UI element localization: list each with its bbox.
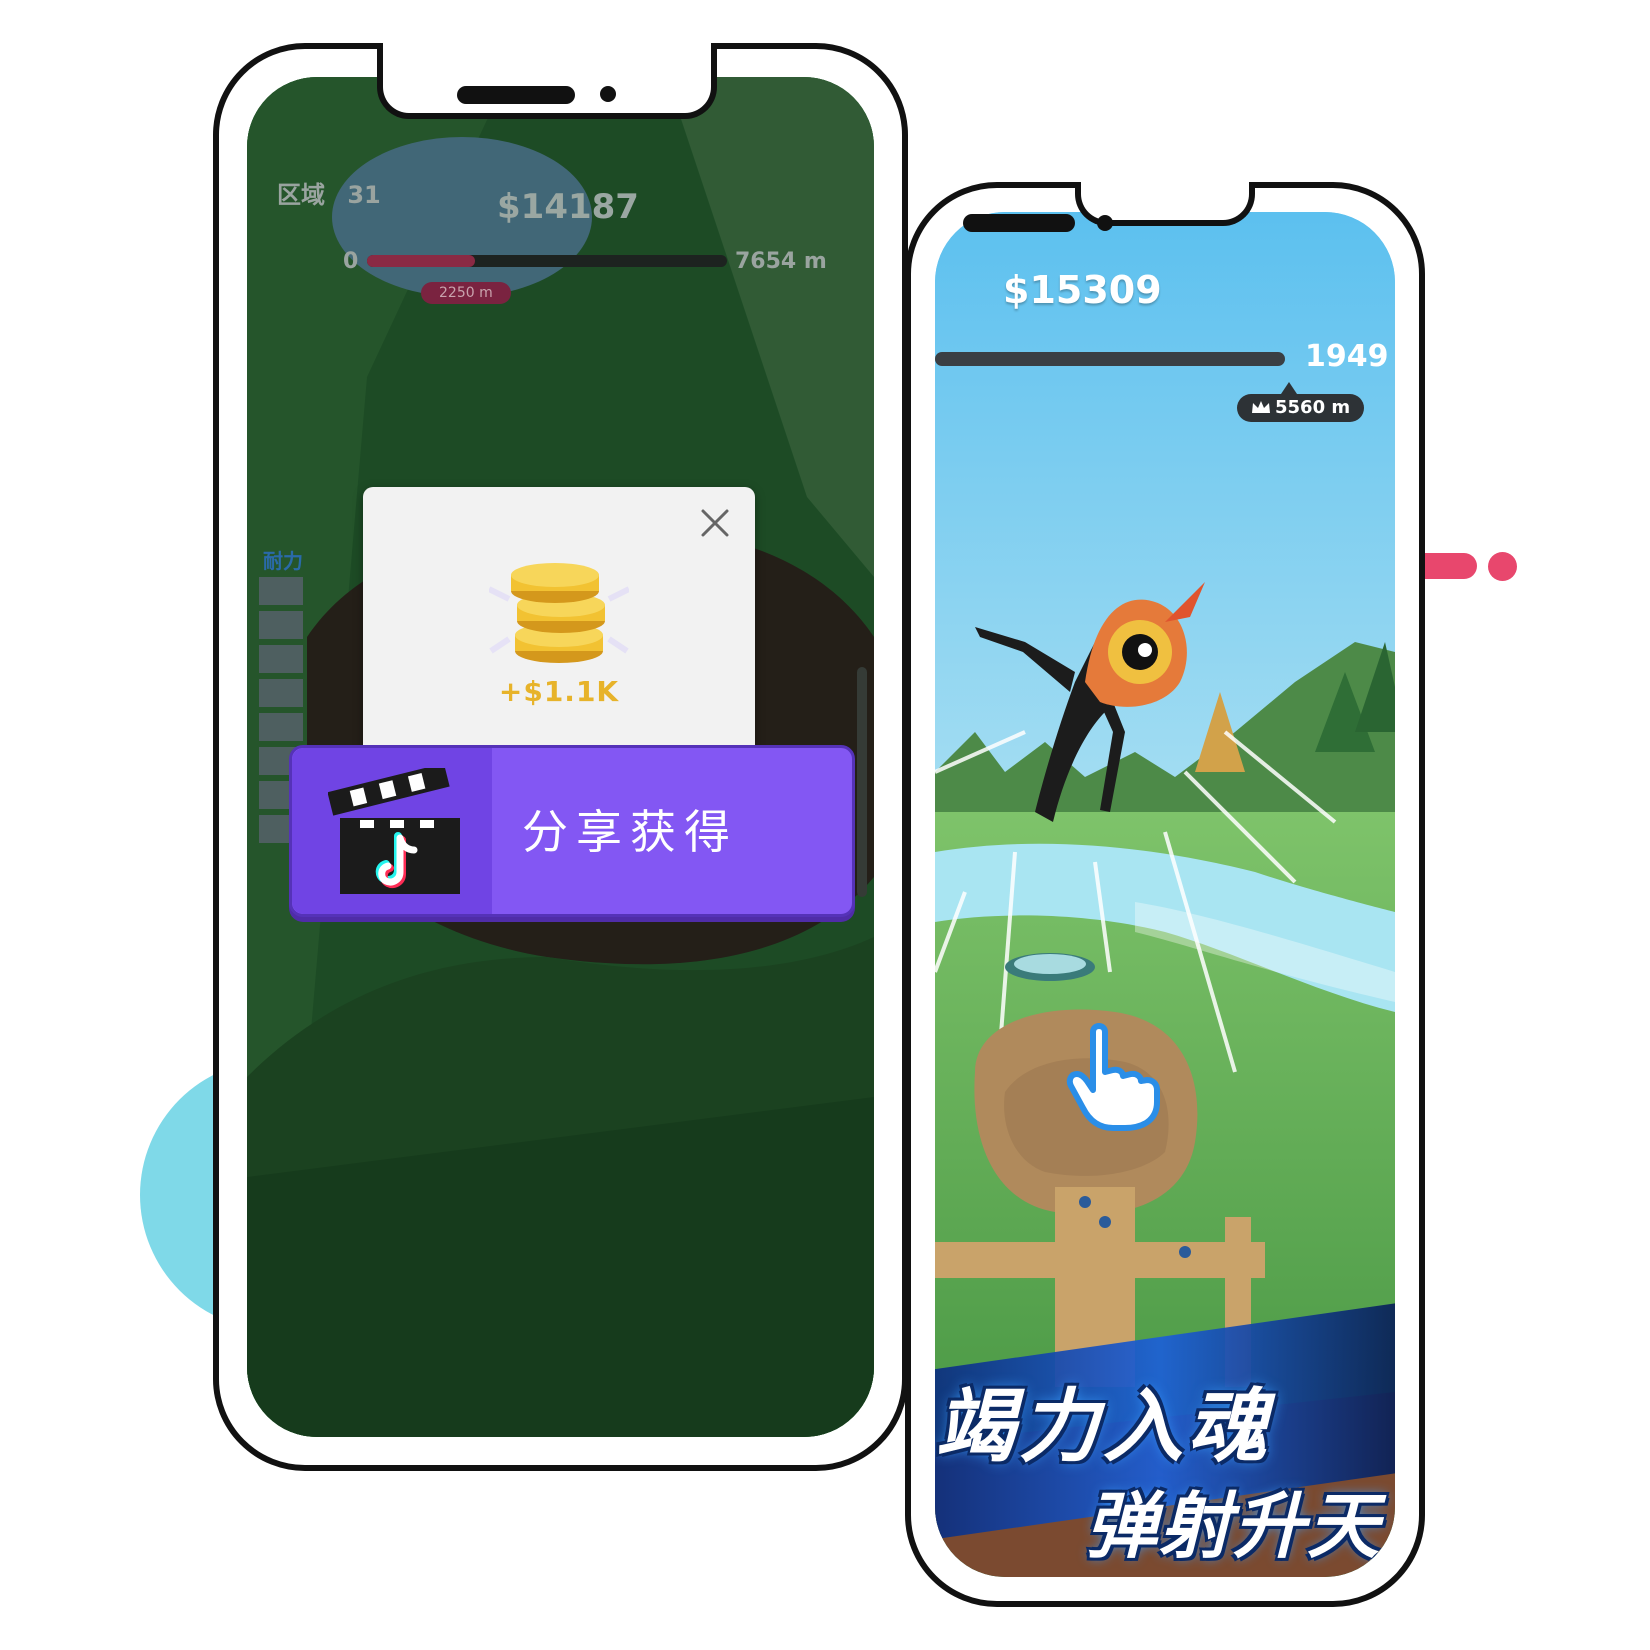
phone-speaker (963, 214, 1075, 232)
crown-icon (1252, 401, 1270, 413)
game-screen-right[interactable]: $15309 1949 m 5560 m 竭力入魂 弹射升天 (935, 212, 1395, 1577)
phone-speaker (457, 86, 575, 104)
phone-camera (600, 86, 616, 102)
best-distance-pointer (1281, 382, 1297, 394)
decorative-dot (1488, 552, 1517, 581)
share-button-label: 分享获得 (522, 805, 738, 859)
stamina-segment (259, 645, 303, 673)
banner-subtitle: 弹射升天 (1085, 1484, 1382, 1568)
money-counter: $15309 (1003, 268, 1162, 312)
side-scroll-handle[interactable] (857, 667, 867, 897)
phone-left: 区域 31 $14187 0 7654 m 2250 m 耐力 +$1.1K 分… (213, 43, 908, 1471)
zone-label: 区域 (277, 181, 325, 209)
zone-indicator: 区域 31 (277, 175, 381, 210)
distance-progress-track (935, 352, 1285, 366)
tiktok-clapperboard-icon (328, 768, 460, 894)
distance-end: 7654 m (735, 249, 827, 274)
distance-progress-track (367, 255, 727, 267)
distance-start: 0 (343, 249, 359, 274)
stamina-segment (259, 679, 303, 707)
close-icon[interactable] (695, 503, 735, 543)
best-distance-value: 5560 m (1275, 397, 1351, 418)
phone-camera (1097, 215, 1113, 231)
phone-right: $15309 1949 m 5560 m 竭力入魂 弹射升天 (905, 182, 1425, 1607)
distance-progress-fill (367, 255, 475, 267)
stamina-segment (259, 611, 303, 639)
best-distance-badge: 5560 m (1237, 394, 1365, 422)
banner-title: 竭力入魂 (935, 1380, 1271, 1473)
coin-stack-icon (489, 563, 629, 663)
stamina-segment (259, 577, 303, 605)
distance-readout: 1949 m (1305, 339, 1395, 374)
reward-popup: +$1.1K (363, 487, 755, 757)
progress-marker: 2250 m (421, 282, 511, 304)
game-screen-left: 区域 31 $14187 0 7654 m 2250 m 耐力 +$1.1K 分… (247, 77, 874, 1437)
stamina-label: 耐力 (263, 549, 303, 573)
reward-amount: +$1.1K (498, 675, 620, 708)
pointing-hand-icon (1066, 1023, 1160, 1131)
share-to-earn-button[interactable]: 分享获得 (289, 745, 855, 917)
stamina-segment (259, 713, 303, 741)
money-counter: $14187 (497, 187, 639, 227)
zone-number: 31 (347, 181, 381, 209)
phone-notch (377, 43, 717, 119)
